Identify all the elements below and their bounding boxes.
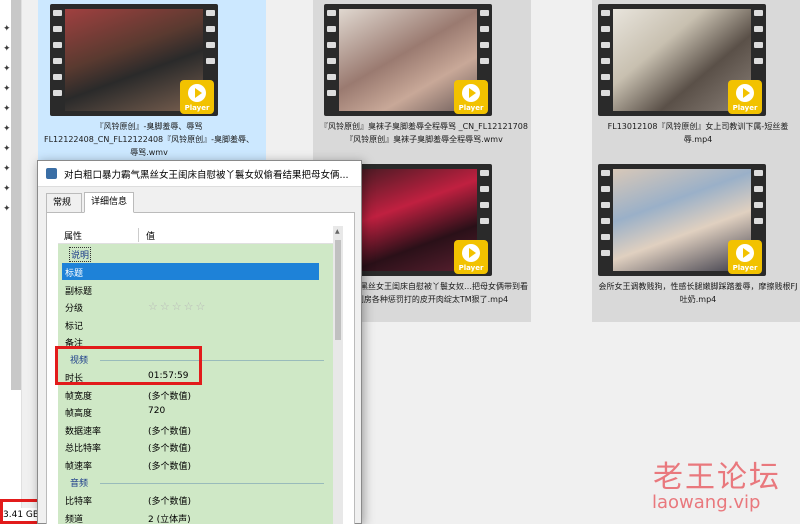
tab-details[interactable]: 详细信息 (84, 192, 134, 213)
pin-icon[interactable]: ✦ (3, 84, 11, 94)
property-row-title[interactable]: 标题 (62, 263, 319, 280)
pin-icon[interactable]: ✦ (3, 124, 11, 134)
player-badge-icon: Player (728, 80, 762, 114)
tile-caption: FL13012108『风铃原创』女上司教训下属-短丝羞辱.mp4 (607, 122, 789, 144)
pin-icon[interactable]: ✦ (3, 184, 11, 194)
pin-icon[interactable]: ✦ (3, 44, 11, 54)
details-scrollbar[interactable]: ▲ (333, 226, 343, 524)
tile-caption: 『风铃原创』-臭脚羞辱、辱骂 FL12122408_CN_FL12122408『… (44, 122, 255, 157)
pin-icon[interactable]: ✦ (3, 164, 11, 174)
property-row-tags[interactable]: 标记 (58, 316, 333, 333)
tile-caption: 『风铃原创』臭袜子臭脚羞辱全程辱骂 _CN_FL12121708『风铃原创』臭袜… (320, 122, 528, 144)
highlight-box-length (55, 346, 202, 385)
scrollbar-thumb[interactable] (335, 240, 341, 340)
property-row-subtitle[interactable]: 副标题 (58, 281, 333, 298)
properties-dialog[interactable]: 对白粗口暴力霸气黑丝女王闺床自慰被丫鬟女奴偷看结果把母女俩... 常规 详细信息… (37, 160, 362, 524)
property-row-frame-height[interactable]: 帧高度 720 (58, 403, 333, 420)
file-properties-icon (46, 168, 57, 179)
property-row-frame-rate[interactable]: 帧速率 (多个数值) (58, 456, 333, 473)
property-row-data-rate[interactable]: 数据速率 (多个数值) (58, 421, 333, 438)
scroll-up-icon: ▲ (335, 228, 340, 235)
column-header-value[interactable]: 值 (146, 229, 155, 242)
tab-general[interactable]: 常规 (46, 193, 82, 212)
column-header-property[interactable]: 属性 (64, 229, 82, 242)
tile-caption: 会所女王调教贱狗，性感长腿嫩脚踩踏羞辱，摩擦贱根FJ吐奶.mp4 (598, 282, 798, 304)
list-header: 属性 值 (58, 226, 333, 244)
site-watermark: 老王论坛 (653, 460, 781, 495)
property-row-channels[interactable]: 频道 2 (立体声) (58, 509, 333, 524)
property-row-rating[interactable]: 分级 ☆☆☆☆☆ (58, 298, 333, 315)
section-audio: 音频 (58, 474, 333, 490)
pin-icon[interactable]: ✦ (3, 144, 11, 154)
pin-icon[interactable]: ✦ (3, 64, 11, 74)
property-row-total-bitrate[interactable]: 总比特率 (多个数值) (58, 438, 333, 455)
dialog-titlebar[interactable]: 对白粗口暴力霸气黑丝女王闺床自慰被丫鬟女奴偷看结果把母女俩... (38, 161, 361, 187)
navigation-scrollbar[interactable] (11, 0, 21, 390)
player-badge-icon: Player (728, 240, 762, 274)
player-badge-icon: Player (454, 80, 488, 114)
site-watermark-url: laowang.vip (652, 492, 761, 513)
rating-stars-icon[interactable]: ☆☆☆☆☆ (148, 300, 207, 313)
pin-icon[interactable]: ✦ (3, 24, 11, 34)
property-row-bitrate[interactable]: 比特率 (多个数值) (58, 491, 333, 508)
pin-icon[interactable]: ✦ (3, 104, 11, 114)
pin-icon[interactable]: ✦ (3, 204, 11, 214)
player-badge-icon: Player (454, 240, 488, 274)
player-badge-icon: Player (180, 80, 214, 114)
section-description: 说明 (58, 246, 333, 262)
property-row-frame-width[interactable]: 帧宽度 (多个数值) (58, 386, 333, 403)
dialog-title: 对白粗口暴力霸气黑丝女王闺床自慰被丫鬟女奴偷看结果把母女俩... (64, 170, 349, 181)
